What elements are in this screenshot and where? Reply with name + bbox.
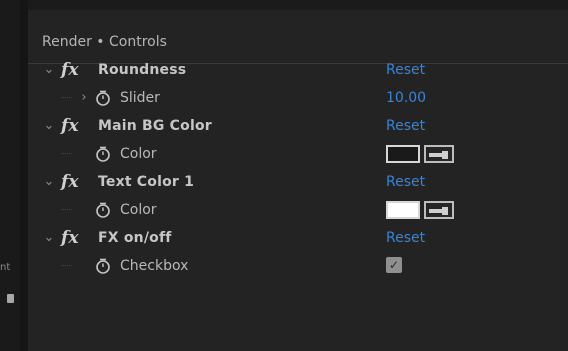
left-rail-partial-label: nt bbox=[0, 262, 11, 273]
fx-icon[interactable]: fx bbox=[61, 58, 78, 82]
chevron-down-icon[interactable]: ⌄ bbox=[42, 172, 56, 192]
eyedropper-button[interactable] bbox=[424, 201, 454, 219]
effect-row-text-color-1[interactable]: ⌄ fx Text Color 1 Reset bbox=[28, 168, 568, 196]
slider-value[interactable]: 10.00 bbox=[386, 88, 426, 108]
effect-row-main-bg-color[interactable]: ⌄ fx Main BG Color Reset bbox=[28, 112, 568, 140]
panel-title: Render • Controls bbox=[42, 34, 167, 50]
eyedropper-icon bbox=[429, 151, 448, 159]
effect-name: Roundness bbox=[98, 62, 187, 78]
effect-name: Main BG Color bbox=[98, 118, 212, 134]
property-name: Checkbox bbox=[120, 258, 189, 274]
eyedropper-button[interactable] bbox=[424, 145, 454, 163]
property-name: Slider bbox=[120, 90, 160, 106]
effect-row-roundness[interactable]: ⌄ fx Roundness Reset bbox=[28, 56, 568, 84]
chevron-down-icon[interactable]: ⌄ bbox=[42, 116, 56, 136]
property-row-checkbox[interactable]: Checkbox ✓ bbox=[28, 252, 568, 280]
fx-icon[interactable]: fx bbox=[61, 170, 78, 194]
left-rail-marker bbox=[7, 294, 14, 303]
property-row-color[interactable]: Color bbox=[28, 140, 568, 168]
stopwatch-icon[interactable] bbox=[95, 202, 111, 218]
panel-top-strip bbox=[28, 0, 568, 10]
tree-guide bbox=[62, 209, 72, 210]
stopwatch-icon[interactable] bbox=[95, 90, 111, 106]
property-name: Color bbox=[120, 146, 157, 162]
left-rail: nt bbox=[0, 0, 20, 351]
reset-button[interactable]: Reset bbox=[386, 172, 425, 192]
chevron-right-icon[interactable]: › bbox=[77, 88, 91, 108]
property-row-slider[interactable]: › Slider 10.00 bbox=[28, 84, 568, 112]
property-name: Color bbox=[120, 202, 157, 218]
effect-name: FX on/off bbox=[98, 230, 172, 246]
fx-toggle-checkbox[interactable]: ✓ bbox=[386, 257, 402, 273]
reset-button[interactable]: Reset bbox=[386, 116, 425, 136]
stopwatch-icon[interactable] bbox=[95, 146, 111, 162]
effect-row-fx-on-off[interactable]: ⌄ fx FX on/off Reset bbox=[28, 224, 568, 252]
fx-icon[interactable]: fx bbox=[61, 114, 78, 138]
effect-controls-panel: Render • Controls ⌄ fx Roundness Reset ›… bbox=[28, 10, 568, 351]
tree-guide bbox=[62, 153, 72, 154]
effect-name: Text Color 1 bbox=[98, 174, 195, 190]
tree-guide bbox=[62, 97, 72, 98]
panel-divider[interactable] bbox=[20, 0, 28, 351]
reset-button[interactable]: Reset bbox=[386, 228, 425, 248]
stopwatch-icon[interactable] bbox=[95, 258, 111, 274]
chevron-down-icon[interactable]: ⌄ bbox=[42, 60, 56, 80]
tree-guide bbox=[62, 265, 72, 266]
checkmark-icon: ✓ bbox=[388, 258, 400, 272]
fx-icon[interactable]: fx bbox=[61, 226, 78, 250]
chevron-down-icon[interactable]: ⌄ bbox=[42, 228, 56, 248]
property-row-color[interactable]: Color bbox=[28, 196, 568, 224]
reset-button[interactable]: Reset bbox=[386, 60, 425, 80]
color-swatch[interactable] bbox=[386, 201, 420, 219]
color-swatch[interactable] bbox=[386, 145, 420, 163]
eyedropper-icon bbox=[429, 207, 448, 215]
